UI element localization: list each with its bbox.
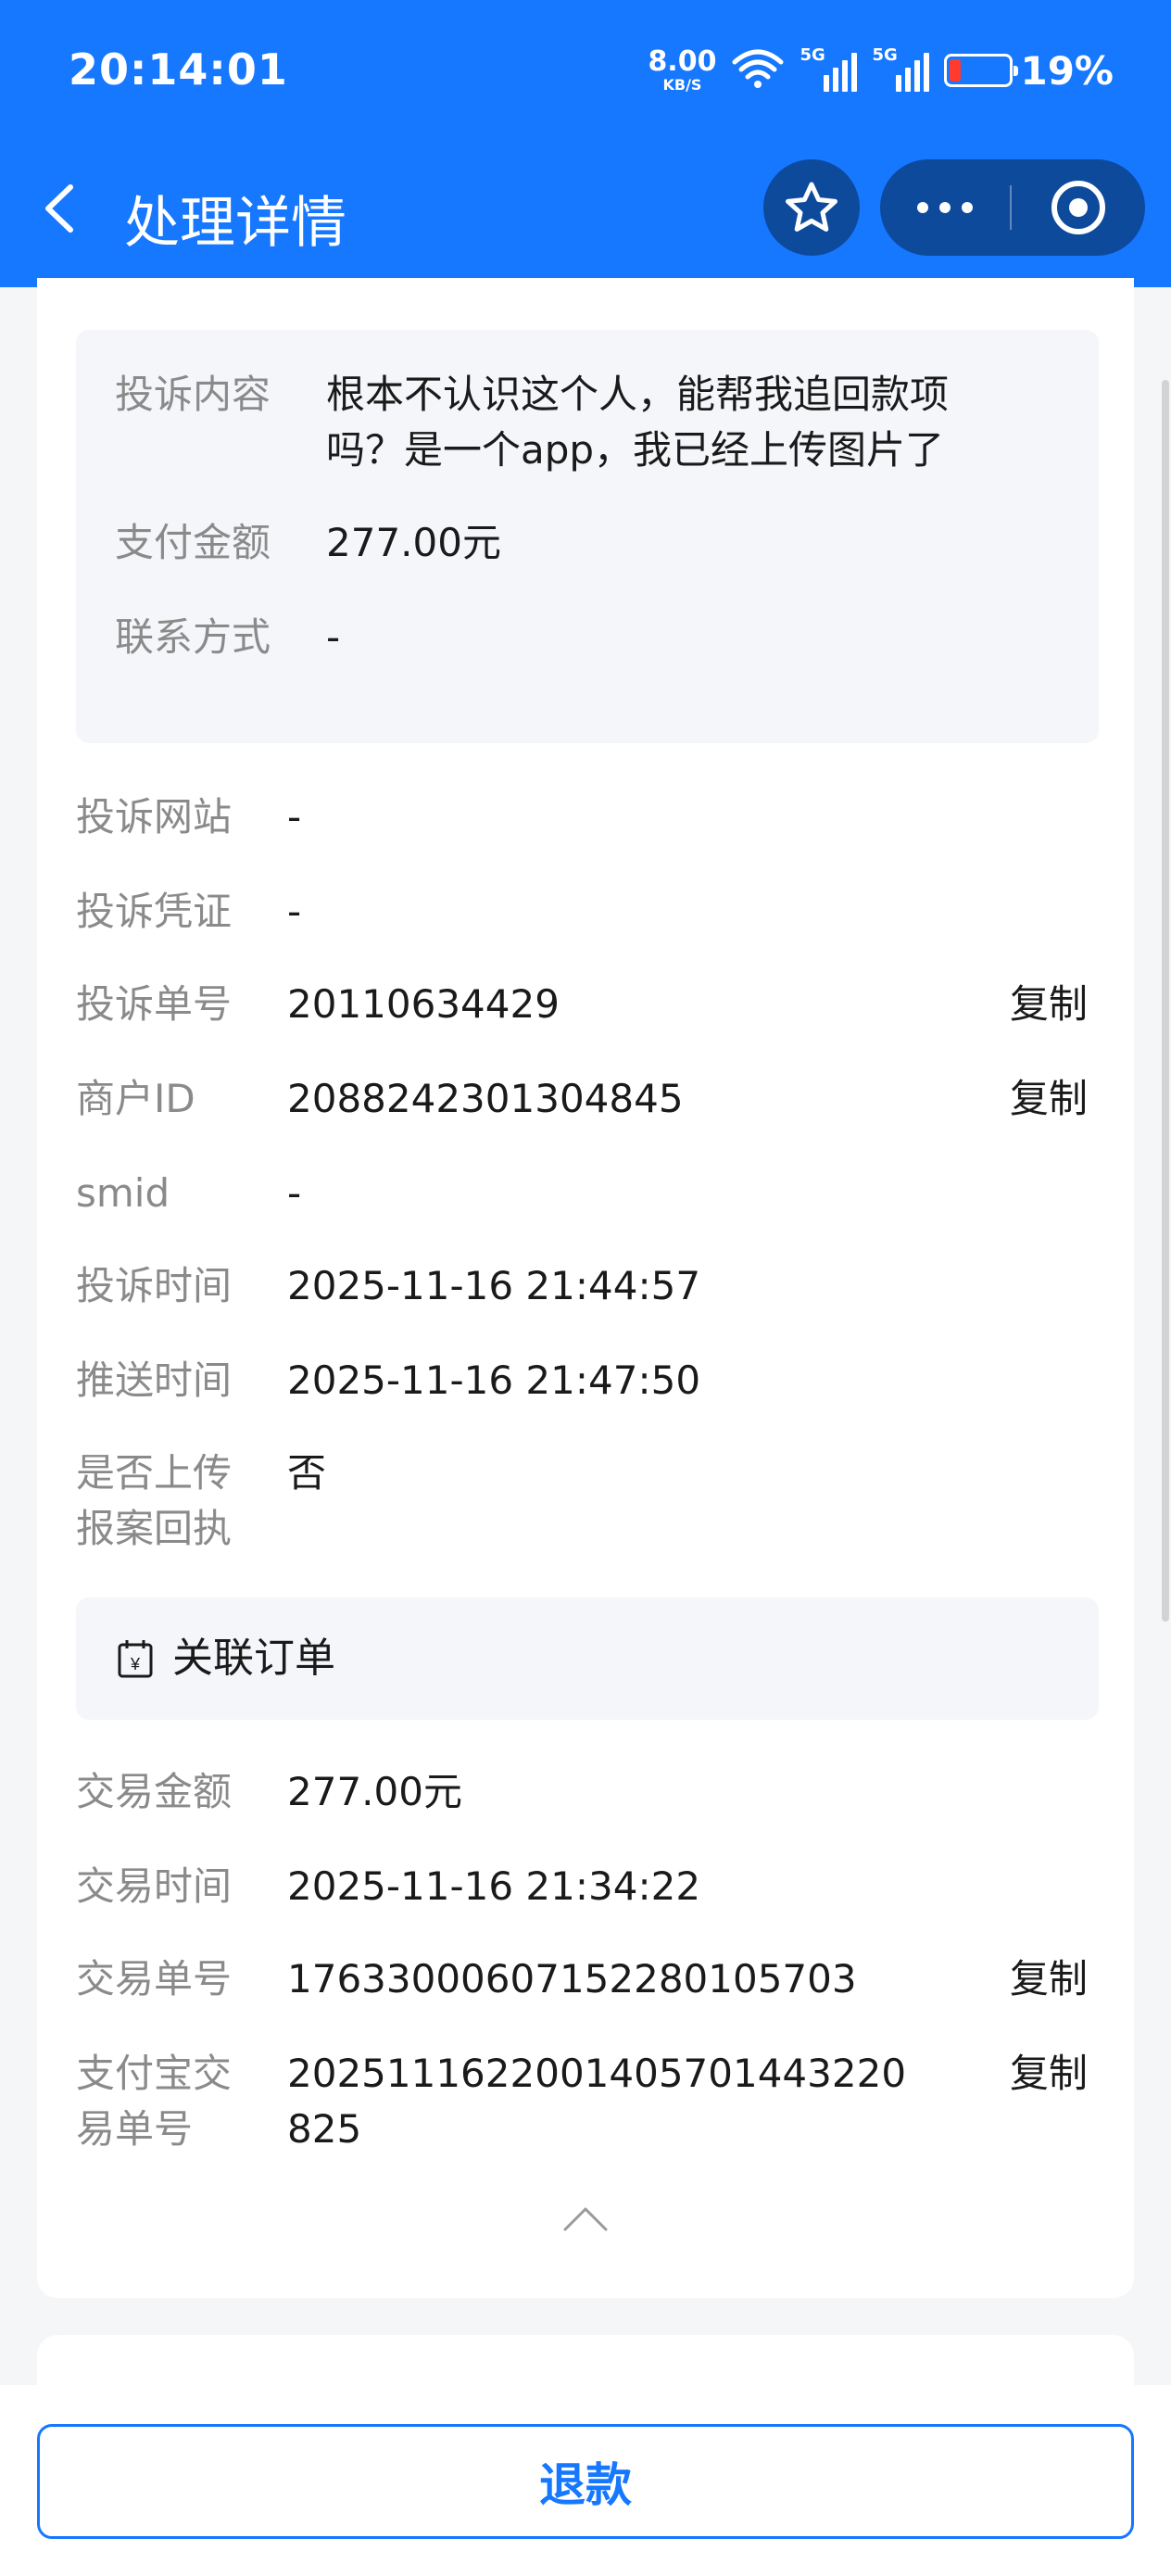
trade-amount-value: 277.00元 (287, 1769, 462, 1814)
refund-button[interactable]: 退款 (37, 2424, 1134, 2539)
more-button[interactable] (880, 159, 1010, 256)
alipay-no-value-line1: 2025111622001405701443220 (287, 2051, 907, 2096)
chevron-left-icon (45, 184, 73, 233)
copy-alipay-no-button[interactable]: 复制 (1010, 2046, 1088, 2102)
status-time: 20:14:01 (69, 44, 288, 95)
push-time-value: 2025-11-16 21:47:50 (287, 1357, 701, 1403)
wifi-icon (731, 47, 785, 94)
upload-value: 否 (287, 1450, 327, 1496)
complaint-detail-card: 投诉内容 根本不认识这个人，能帮我追回款项 吗？是一个app，我已经上传图片了 … (37, 278, 1134, 2298)
trade-amount-label: 交易金额 (76, 1769, 233, 1814)
signal-icon: 5G (872, 45, 930, 92)
proof-label: 投诉凭证 (76, 889, 233, 934)
favorite-button[interactable] (763, 159, 860, 256)
copy-ticket-button[interactable]: 复制 (1010, 977, 1088, 1032)
smid-label: smid (76, 1170, 170, 1216)
page-title: 处理详情 (124, 191, 346, 256)
alipay-no-label-line2: 易单号 (76, 2106, 194, 2152)
alipay-no-value-line2: 825 (287, 2106, 362, 2152)
alipay-no-label-line1: 支付宝交 (76, 2051, 233, 2096)
scrollbar[interactable] (1162, 380, 1169, 1622)
ticket-label: 投诉单号 (76, 981, 233, 1027)
site-value: - (287, 794, 302, 840)
close-button[interactable] (1012, 178, 1145, 237)
status-indicators: 8.00 KB/S 5G 5G 19% (648, 43, 1114, 98)
ticket-value: 20110634429 (287, 981, 560, 1027)
smid-value: - (287, 1170, 302, 1216)
site-label: 投诉网站 (76, 794, 233, 840)
complaint-summary-box: 投诉内容 根本不认识这个人，能帮我追回款项 吗？是一个app，我已经上传图片了 … (76, 330, 1099, 743)
trade-time-label: 交易时间 (76, 1863, 233, 1909)
battery-icon (944, 54, 1019, 87)
trade-no-value: 17633000607152280105703 (287, 1956, 857, 2001)
top-bar: 20:14:01 8.00 KB/S 5G 5G 19% 处理详情 (0, 0, 1171, 287)
complaint-time-label: 投诉时间 (76, 1263, 233, 1308)
merchant-value: 2088242301304845 (287, 1076, 684, 1121)
merchant-label: 商户ID (76, 1076, 195, 1121)
bottom-action-bar: 退款 (0, 2385, 1171, 2576)
related-order-title: 关联订单 (172, 1635, 335, 1682)
complaint-time-value: 2025-11-16 21:44:57 (287, 1263, 701, 1308)
upload-label-line2: 报案回执 (76, 1506, 233, 1551)
chevron-up-icon (563, 2207, 608, 2231)
mini-program-capsule (880, 159, 1145, 256)
target-icon (1051, 181, 1105, 234)
status-bar: 20:14:01 8.00 KB/S 5G 5G 19% (0, 0, 1171, 139)
copy-merchant-button[interactable]: 复制 (1010, 1071, 1088, 1127)
proof-value: - (287, 889, 302, 934)
related-order-header: ¥ 关联订单 (76, 1597, 1099, 1720)
upload-label-line1: 是否上传 (76, 1450, 233, 1496)
svg-text:¥: ¥ (130, 1655, 141, 1673)
amount-label: 支付金额 (115, 520, 271, 565)
sim2-network-label: 5G (872, 45, 898, 65)
copy-trade-no-button[interactable]: 复制 (1010, 1951, 1088, 2007)
content-value-line1: 根本不认识这个人，能帮我追回款项 (326, 372, 950, 417)
calendar-yuan-icon: ¥ (118, 1640, 153, 1678)
amount-value: 277.00元 (326, 520, 501, 565)
sim1-network-label: 5G (800, 45, 825, 65)
trade-time-value: 2025-11-16 21:34:22 (287, 1863, 701, 1909)
star-icon (786, 182, 837, 232)
network-speed: 8.00 KB/S (648, 48, 716, 93)
nav-bar: 处理详情 (0, 139, 1171, 287)
collapse-button[interactable] (561, 2203, 610, 2233)
more-dots-icon (917, 202, 928, 213)
battery-indicator: 19% (944, 48, 1114, 94)
push-time-label: 推送时间 (76, 1357, 233, 1403)
battery-percent: 19% (1020, 47, 1114, 94)
network-speed-value: 8.00 (648, 45, 717, 78)
contact-value: - (326, 614, 341, 660)
content-value-line2: 吗？是一个app，我已经上传图片了 (326, 427, 945, 473)
signal-icon: 5G (800, 45, 858, 92)
back-button[interactable] (33, 176, 89, 241)
content-label: 投诉内容 (115, 372, 271, 417)
contact-label: 联系方式 (115, 614, 271, 660)
network-speed-unit: KB/S (662, 76, 702, 94)
trade-no-label: 交易单号 (76, 1956, 233, 2001)
